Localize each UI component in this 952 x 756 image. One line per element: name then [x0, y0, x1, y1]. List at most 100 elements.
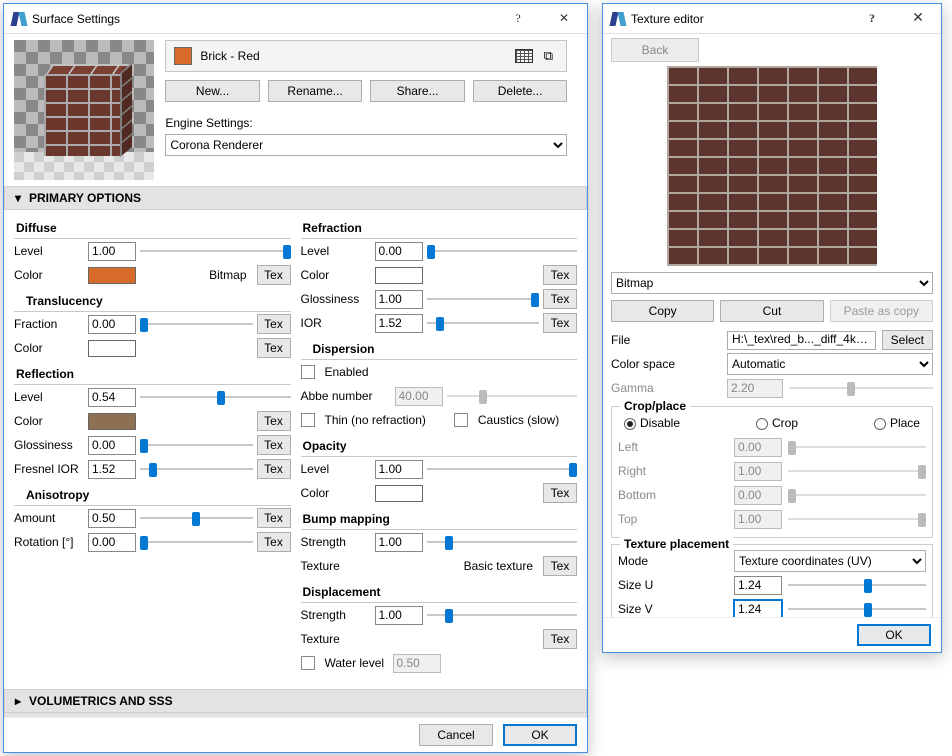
reflection-color[interactable]: [88, 413, 136, 430]
translucency-color[interactable]: [88, 340, 136, 357]
refr-ior-tex[interactable]: Tex: [543, 313, 577, 333]
abbe-input: [395, 387, 443, 406]
crop-bottom: [734, 486, 782, 505]
opacity-level-slider[interactable]: [427, 460, 578, 478]
reflection-color-tex[interactable]: Tex: [257, 411, 291, 431]
material-preview: [14, 40, 154, 180]
rename-button[interactable]: Rename...: [268, 80, 363, 102]
opacity-level-input[interactable]: [375, 460, 423, 479]
diffuse-level-slider[interactable]: [140, 242, 291, 260]
reflection-ior-input[interactable]: [88, 460, 136, 479]
file-path[interactable]: H:\_tex\red_b..._diff_4k.jpg: [727, 331, 876, 350]
reflection-gloss-slider[interactable]: [140, 436, 253, 454]
select-file-button[interactable]: Select: [882, 330, 933, 350]
disp-strength-input[interactable]: [375, 606, 423, 625]
section-primary[interactable]: ▾PRIMARY OPTIONS: [4, 186, 587, 210]
radio-disable[interactable]: Disable: [624, 416, 680, 430]
waterlevel-checkbox[interactable]: [301, 656, 315, 670]
aniso-rot-input[interactable]: [88, 533, 136, 552]
placement-mode-select[interactable]: Texture coordinates (UV): [734, 550, 926, 572]
diffuse-tex[interactable]: Tex: [257, 265, 291, 285]
caustics-checkbox[interactable]: [454, 413, 468, 427]
preview-floor: [14, 152, 154, 180]
new-button[interactable]: New...: [165, 80, 260, 102]
bump-tex[interactable]: Tex: [543, 556, 577, 576]
disp-tex[interactable]: Tex: [543, 629, 577, 649]
section-volumetrics[interactable]: ▸VOLUMETRICS AND SSS: [4, 689, 587, 713]
abbe-slider: [447, 387, 578, 405]
window-title: Surface Settings: [32, 12, 495, 26]
sizeu-input[interactable]: [734, 576, 782, 595]
refr-color-tex[interactable]: Tex: [543, 265, 577, 285]
crop-fieldset: Crop/place Disable Crop Place Left Right…: [611, 406, 933, 538]
chevron-down-icon: ▾: [15, 191, 25, 205]
close-button[interactable]: ✕: [541, 4, 587, 34]
colorspace-select[interactable]: Automatic: [727, 353, 933, 375]
link-icon[interactable]: ⧉: [538, 47, 558, 65]
translucency-color-tex[interactable]: Tex: [257, 338, 291, 358]
ok-button[interactable]: OK: [857, 624, 931, 646]
copy-button[interactable]: Copy: [611, 300, 714, 322]
refr-ior-slider[interactable]: [427, 314, 540, 332]
share-button[interactable]: Share...: [370, 80, 465, 102]
cancel-button[interactable]: Cancel: [419, 724, 493, 746]
reflection-ior-slider[interactable]: [140, 460, 253, 478]
window-title: Texture editor: [631, 12, 849, 26]
opacity-color[interactable]: [375, 485, 423, 502]
translucency-fraction-tex[interactable]: Tex: [257, 314, 291, 334]
reflection-gloss-input[interactable]: [88, 436, 136, 455]
bump-strength-input[interactable]: [375, 533, 423, 552]
aniso-rot-tex[interactable]: Tex: [257, 532, 291, 552]
close-button[interactable]: ✕: [895, 4, 941, 34]
diffuse-level-input[interactable]: [88, 242, 136, 261]
help-button[interactable]: ?: [849, 4, 895, 34]
refr-level-slider[interactable]: [427, 242, 578, 260]
refr-ior-input[interactable]: [375, 314, 423, 333]
texture-editor-window: Texture editor ? ✕ Back Bitmap Copy Cut …: [602, 3, 942, 653]
aniso-rot-slider[interactable]: [140, 533, 253, 551]
refr-gloss-input[interactable]: [375, 290, 423, 309]
translucency-fraction-slider[interactable]: [140, 315, 253, 333]
group-reflection: Reflection: [14, 364, 291, 385]
placement-fieldset: Texture placement ModeTexture coordinate…: [611, 544, 933, 628]
waterlevel-input: [393, 654, 441, 673]
reflection-level-slider[interactable]: [140, 388, 291, 406]
crop-right: [734, 462, 782, 481]
back-button[interactable]: Back: [611, 38, 699, 62]
group-opacity: Opacity: [301, 436, 578, 457]
engine-select[interactable]: Corona Renderer: [165, 134, 567, 156]
dispersion-enabled-checkbox[interactable]: [301, 365, 315, 379]
aniso-amount-input[interactable]: [88, 509, 136, 528]
refr-gloss-slider[interactable]: [427, 290, 540, 308]
aniso-amount-slider[interactable]: [140, 509, 253, 527]
translucency-fraction-input[interactable]: [88, 315, 136, 334]
help-button[interactable]: ?: [495, 4, 541, 34]
opacity-color-tex[interactable]: Tex: [543, 483, 577, 503]
group-dispersion: Dispersion: [301, 339, 578, 360]
sizev-slider[interactable]: [788, 600, 926, 618]
sizeu-slider[interactable]: [788, 576, 926, 594]
disp-strength-slider[interactable]: [427, 606, 578, 624]
cut-button[interactable]: Cut: [720, 300, 823, 322]
refr-gloss-tex[interactable]: Tex: [543, 289, 577, 309]
hatch-icon[interactable]: [514, 47, 534, 65]
radio-place[interactable]: Place: [874, 416, 920, 430]
delete-button[interactable]: Delete...: [473, 80, 568, 102]
diffuse-color[interactable]: [88, 267, 136, 284]
aniso-amount-tex[interactable]: Tex: [257, 508, 291, 528]
refr-color[interactable]: [375, 267, 423, 284]
reflection-ior-tex[interactable]: Tex: [257, 459, 291, 479]
reflection-gloss-tex[interactable]: Tex: [257, 435, 291, 455]
material-color-swatch[interactable]: [174, 47, 192, 65]
reflection-level-input[interactable]: [88, 388, 136, 407]
texture-type-select[interactable]: Bitmap: [611, 272, 933, 294]
thin-checkbox[interactable]: [301, 413, 315, 427]
chevron-right-icon: ▸: [15, 694, 25, 708]
material-name-row: Brick - Red ⧉: [165, 40, 567, 72]
refr-level-input[interactable]: [375, 242, 423, 261]
bump-strength-slider[interactable]: [427, 533, 578, 551]
gamma-input: [727, 379, 783, 398]
ok-button[interactable]: OK: [503, 724, 577, 746]
radio-crop[interactable]: Crop: [756, 416, 798, 430]
sizev-input[interactable]: [734, 600, 782, 619]
